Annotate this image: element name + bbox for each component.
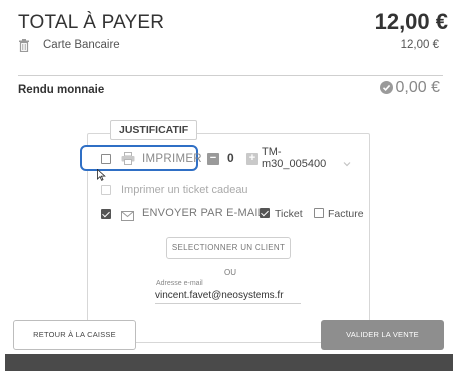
gift-ticket-label: Imprimer un ticket cadeau <box>121 184 248 196</box>
select-client-button[interactable]: SELECTIONNER UN CLIENT <box>166 237 291 259</box>
mail-icon <box>121 208 134 221</box>
gift-ticket-checkbox[interactable] <box>101 185 111 195</box>
email-checkbox[interactable] <box>101 209 111 219</box>
change-label: Rendu monnaie <box>18 84 105 96</box>
invoice-checkbox[interactable] <box>314 208 324 218</box>
total-label: TOTAL À PAYER <box>18 12 165 33</box>
receipt-legend: JUSTIFICATIF <box>110 120 198 140</box>
payment-method: Carte Bancaire <box>43 39 120 51</box>
decrease-button[interactable]: − <box>207 153 219 165</box>
increase-button[interactable]: + <box>246 153 258 165</box>
or-separator: OU <box>224 268 236 277</box>
back-to-till-button[interactable]: RETOUR À LA CAISSE <box>13 320 136 350</box>
email-label: ENVOYER PAR E-MAIL <box>142 207 264 219</box>
email-field-label: Adresse e-mail <box>156 280 203 287</box>
trash-icon[interactable] <box>18 39 30 53</box>
divider <box>18 75 443 76</box>
payment-amount: 12,00 € <box>400 39 439 51</box>
print-label[interactable]: IMPRIMER <box>142 153 202 165</box>
change-amount: 0,00 € <box>395 79 440 96</box>
copies-quantity: 0 <box>227 151 234 165</box>
invoice-label: Facture <box>328 208 364 220</box>
printer-select[interactable]: TM-m30_005400 <box>262 146 344 170</box>
ticket-checkbox[interactable] <box>260 208 270 218</box>
email-input[interactable]: vincent.favet@neosystems.fr <box>155 290 301 304</box>
bottom-bar <box>5 354 453 371</box>
chevron-down-icon[interactable] <box>343 154 351 167</box>
validate-sale-button[interactable]: VALIDER LA VENTE <box>321 320 444 350</box>
cursor-icon <box>97 168 106 181</box>
print-checkbox[interactable] <box>101 154 111 164</box>
total-amount: 12,00 € <box>374 9 448 34</box>
ticket-label: Ticket <box>275 208 303 220</box>
printer-icon <box>121 152 135 165</box>
payment-row: Carte Bancaire 12,00 € <box>18 38 443 56</box>
check-circle-icon <box>380 81 393 94</box>
